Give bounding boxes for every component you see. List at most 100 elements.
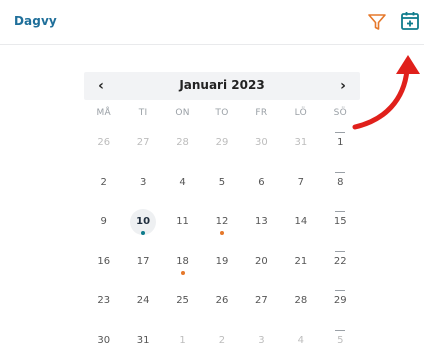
event-dot: [180, 270, 185, 275]
day-number: 2: [218, 334, 226, 346]
day-number: 17: [136, 255, 150, 267]
day-number: 4: [179, 176, 186, 188]
month-title: Januari 2023: [179, 78, 265, 92]
day-cell[interactable]: 1: [321, 126, 360, 166]
day-number: 22: [327, 249, 353, 275]
day-cell[interactable]: 31: [281, 126, 320, 166]
day-number: 1: [327, 130, 353, 156]
day-number: 29: [327, 288, 353, 314]
day-cell[interactable]: 4: [163, 166, 202, 206]
month-header: ‹ Januari 2023 ›: [84, 72, 360, 100]
weekday-label: TO: [215, 108, 229, 118]
add-event-button[interactable]: [398, 9, 422, 33]
day-cell[interactable]: 2: [202, 324, 241, 351]
day-cell[interactable]: 5: [202, 166, 241, 206]
top-bar: Dagvy: [0, 0, 424, 45]
day-number: 6: [258, 176, 265, 188]
day-number: 24: [136, 295, 150, 306]
day-cell[interactable]: 29: [202, 126, 241, 166]
weekday-row: MÅ TI ON TO FR LÖ SÖ: [84, 108, 360, 126]
event-dot: [219, 231, 224, 235]
day-cell[interactable]: 19: [202, 245, 241, 285]
day-cell[interactable]: 27: [242, 284, 281, 324]
day-cell[interactable]: 9: [84, 205, 123, 245]
day-number: 11: [176, 216, 189, 227]
day-cell[interactable]: 27: [123, 126, 162, 166]
day-number: 27: [136, 137, 150, 148]
day-cell[interactable]: 26: [202, 284, 241, 324]
day-cell[interactable]: 23: [84, 284, 123, 324]
day-number: 28: [176, 137, 189, 148]
day-number: 25: [176, 295, 189, 306]
day-cell[interactable]: 13: [242, 205, 281, 245]
day-cell[interactable]: 1: [163, 324, 202, 351]
day-cell[interactable]: 3: [123, 166, 162, 206]
day-cell[interactable]: 21: [281, 245, 320, 285]
day-cell[interactable]: 12: [202, 205, 241, 245]
day-cell[interactable]: 8: [321, 166, 360, 206]
day-cell[interactable]: 31: [123, 324, 162, 351]
day-number: 26: [97, 137, 111, 148]
day-number: 23: [97, 295, 111, 306]
day-cell[interactable]: 22: [321, 245, 360, 285]
day-number: 1: [179, 334, 186, 346]
day-number: 5: [327, 328, 353, 351]
day-number: 16: [97, 255, 111, 267]
day-cell[interactable]: 30: [242, 126, 281, 166]
day-number: 15: [327, 209, 353, 235]
day-number: 7: [297, 176, 305, 188]
day-number: 21: [294, 255, 308, 267]
day-number: 26: [215, 295, 229, 306]
day-cell[interactable]: 3: [242, 324, 281, 351]
day-cell[interactable]: 20: [242, 245, 281, 285]
day-number: 30: [97, 334, 111, 346]
day-cell[interactable]: 14: [281, 205, 320, 245]
day-number: 5: [218, 176, 226, 188]
day-number: 27: [255, 295, 268, 306]
day-cell[interactable]: 24: [123, 284, 162, 324]
weekday-label: SÖ: [333, 108, 347, 118]
day-cell[interactable]: 17: [123, 245, 162, 285]
day-number: 9: [100, 216, 107, 227]
weekday-label: TI: [138, 108, 148, 118]
day-cell[interactable]: 28: [163, 126, 202, 166]
date-picker: ‹ Januari 2023 › MÅ TI ON TO FR LÖ SÖ 26 27 28 29…: [84, 72, 360, 351]
day-number: 30: [255, 137, 268, 148]
day-cell[interactable]: 29: [321, 284, 360, 324]
day-number: 13: [255, 216, 268, 227]
calendar-app: Dagvy ‹ Januari 2023 › MÅ TI ON TO FR LÖ SÖ 26…: [0, 0, 424, 351]
weekday-label: LÖ: [294, 108, 308, 118]
day-number: 31: [136, 334, 150, 346]
day-cell[interactable]: 28: [281, 284, 320, 324]
next-month-button[interactable]: ›: [332, 76, 354, 96]
weekday-label: MÅ: [96, 108, 111, 118]
day-number: 3: [258, 334, 265, 346]
day-cell[interactable]: 11: [163, 205, 202, 245]
day-number: 2: [100, 176, 107, 188]
day-number: 29: [215, 137, 229, 148]
day-cell-today[interactable]: 10: [123, 205, 162, 245]
day-cell[interactable]: 4: [281, 324, 320, 351]
day-number: 3: [139, 176, 147, 188]
calendar-plus-icon: [401, 12, 419, 30]
day-number: 20: [255, 255, 268, 267]
day-cell[interactable]: 2: [84, 166, 123, 206]
weekday-label: FR: [255, 108, 268, 118]
weekday-label: ON: [175, 108, 190, 118]
day-cell[interactable]: 16: [84, 245, 123, 285]
day-number: 8: [327, 170, 353, 196]
day-cell[interactable]: 18: [163, 245, 202, 285]
day-cell[interactable]: 30: [84, 324, 123, 351]
day-cell[interactable]: 7: [281, 166, 320, 206]
day-cell[interactable]: 15: [321, 205, 360, 245]
filter-button[interactable]: [366, 11, 388, 33]
day-number: 28: [294, 295, 308, 306]
day-cell[interactable]: 26: [84, 126, 123, 166]
day-grid: 26 27 28 29 30 31 1 2 3 4 5 6 7 8 9 10 11 12 13 14 15 16 17 18 1…: [84, 126, 360, 351]
day-cell[interactable]: 5: [321, 324, 360, 351]
view-title: Dagvy: [14, 14, 57, 28]
day-number: 14: [294, 216, 308, 227]
day-cell[interactable]: 25: [163, 284, 202, 324]
filter-icon: [368, 14, 386, 30]
day-cell[interactable]: 6: [242, 166, 281, 206]
